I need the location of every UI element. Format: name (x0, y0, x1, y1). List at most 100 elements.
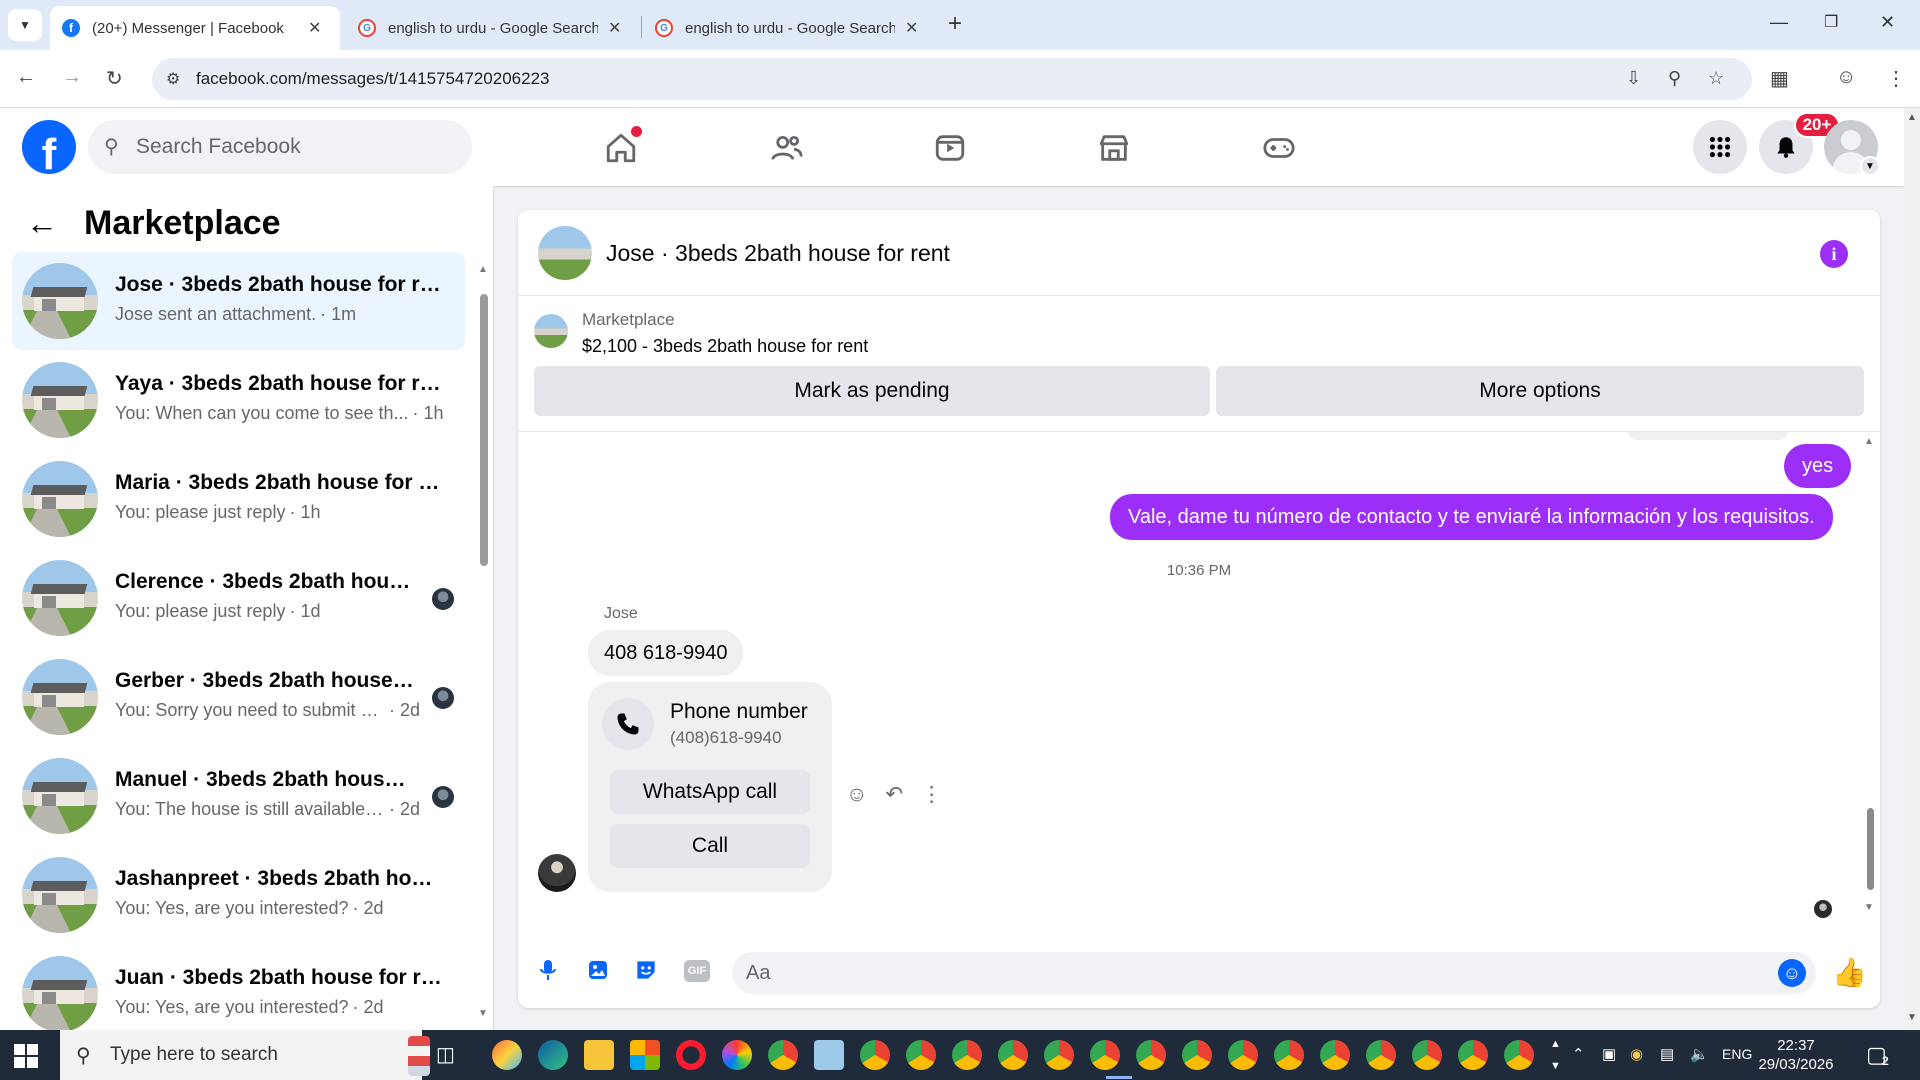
back-arrow-icon[interactable]: ← (16, 66, 36, 89)
scroll-tray-up-icon[interactable]: ▲ (1550, 1038, 1561, 1050)
facebook-search[interactable]: ⚲ (88, 120, 472, 174)
scroll-up-icon[interactable]: ▲ (478, 264, 488, 275)
windows-start-icon[interactable] (14, 1044, 38, 1068)
file-explorer-app-icon[interactable] (584, 1040, 614, 1070)
menu-grid-button[interactable] (1693, 120, 1747, 174)
incoming-message[interactable]: 408 618-9940 (588, 630, 744, 676)
copilot-app-icon[interactable] (492, 1040, 522, 1070)
scroll-tray-down-icon[interactable]: ▼ (1550, 1060, 1561, 1072)
more-actions-icon[interactable]: ⋮ (921, 782, 942, 807)
conversation-item[interactable]: Jashanpreet · 3beds 2bath hous... You: Y… (12, 846, 465, 944)
restore-icon[interactable]: ❐ (1824, 12, 1838, 32)
microsoft-store-app-icon[interactable] (630, 1040, 660, 1070)
tab-close-icon[interactable]: ✕ (308, 18, 321, 38)
thumbs-up-icon[interactable]: 👍 (1832, 956, 1867, 989)
listing-title[interactable]: $2,100 - 3beds 2bath house for rent (582, 336, 868, 357)
scroll-down-icon[interactable]: ▼ (1907, 1012, 1917, 1023)
outgoing-message[interactable]: Vale, dame tu número de contacto y te en… (1110, 494, 1833, 540)
forward-arrow-icon[interactable]: → (62, 66, 82, 89)
browser-menu-icon[interactable]: ⋮ (1886, 66, 1906, 91)
scrollbar-thumb[interactable] (480, 294, 488, 566)
chrome-app-icon[interactable] (952, 1040, 982, 1070)
show-hidden-icons[interactable]: ⌃ (1572, 1045, 1585, 1063)
language-indicator[interactable]: ENG (1722, 1046, 1752, 1062)
message-thread-scrollbar[interactable]: ▲ ▼ (1864, 432, 1876, 932)
bookmark-star-icon[interactable]: ☆ (1708, 68, 1724, 89)
microphone-icon[interactable] (534, 956, 562, 984)
emoji-icon[interactable]: ☺ (1778, 959, 1806, 987)
chrome-app-icon[interactable] (998, 1040, 1028, 1070)
opera-app-icon[interactable] (676, 1040, 706, 1070)
conversation-item[interactable]: Yaya · 3beds 2bath house for rent You: W… (12, 351, 465, 449)
conversation-item[interactable]: Jose · 3beds 2bath house for rent Jose s… (12, 252, 465, 350)
conversation-item[interactable]: Clerence · 3beds 2bath house ... You: pl… (12, 549, 465, 647)
chrome-app-icon[interactable] (1274, 1040, 1304, 1070)
security-tray-icon[interactable]: ◉ (1630, 1045, 1643, 1063)
install-app-icon[interactable]: ⇩ (1626, 68, 1641, 89)
chrome-app-icon[interactable] (768, 1040, 798, 1070)
scrollbar-thumb[interactable] (1867, 808, 1874, 890)
meet-now-icon[interactable]: ▣ (1602, 1045, 1616, 1063)
chrome-app-icon[interactable] (1090, 1040, 1120, 1070)
chat-listing-thumbnail[interactable] (538, 226, 592, 280)
color-app-icon[interactable] (722, 1040, 752, 1070)
sticker-icon[interactable] (632, 956, 660, 984)
scroll-up-icon[interactable]: ▲ (1864, 436, 1874, 447)
chrome-app-icon[interactable] (1228, 1040, 1258, 1070)
more-options-button[interactable]: More options (1216, 366, 1864, 416)
conversation-item[interactable]: Maria · 3beds 2bath house for re... You:… (12, 450, 465, 548)
scroll-down-icon[interactable]: ▼ (478, 1008, 488, 1019)
chat-title[interactable]: Jose · 3beds 2bath house for rent (606, 240, 950, 267)
nav-gaming[interactable] (1259, 128, 1299, 168)
chrome-app-icon[interactable] (1412, 1040, 1442, 1070)
profile-icon[interactable]: ☺ (1836, 66, 1856, 89)
info-icon[interactable]: i (1820, 240, 1848, 268)
sender-avatar[interactable] (538, 854, 576, 892)
chrome-app-icon[interactable] (1320, 1040, 1350, 1070)
task-view-icon[interactable]: ◫ (436, 1042, 455, 1067)
gif-button[interactable]: GIF (684, 960, 710, 982)
tab-google-search-1[interactable]: G english to urdu - Google Search ✕ (346, 6, 636, 50)
mark-as-pending-button[interactable]: Mark as pending (534, 366, 1210, 416)
taskbar-search[interactable]: ⚲ Type here to search (60, 1030, 430, 1080)
nav-marketplace[interactable] (1094, 128, 1134, 168)
conversation-item[interactable]: Gerber · 3beds 2bath house fo... You: So… (12, 648, 465, 746)
edge-app-icon[interactable] (538, 1040, 568, 1070)
tab-google-search-2[interactable]: G english to urdu - Google Search ✕ (643, 6, 933, 50)
notepad-app-icon[interactable] (814, 1040, 844, 1070)
chrome-app-icon[interactable] (1504, 1040, 1534, 1070)
conversation-item[interactable]: Manuel · 3beds 2bath house f... You: The… (12, 747, 465, 845)
facebook-logo-icon[interactable]: f (22, 120, 76, 174)
chrome-app-icon[interactable] (1366, 1040, 1396, 1070)
whatsapp-call-button[interactable]: WhatsApp call (610, 770, 810, 814)
address-bar[interactable]: ⚙ facebook.com/messages/t/14157547202062… (152, 58, 1752, 100)
system-clock[interactable]: 22:37 29/03/2026 (1756, 1036, 1836, 1074)
chrome-app-icon[interactable] (906, 1040, 936, 1070)
react-emoji-icon[interactable]: ☺ (846, 783, 867, 807)
volume-icon[interactable]: 🔈 (1690, 1045, 1709, 1063)
chrome-app-icon[interactable] (1044, 1040, 1074, 1070)
minimize-icon[interactable]: — (1770, 12, 1788, 33)
search-input[interactable] (136, 120, 456, 174)
tab-close-icon[interactable]: ✕ (905, 18, 918, 38)
network-icon[interactable]: ▤ (1660, 1045, 1674, 1063)
zoom-icon[interactable]: ⚲ (1668, 68, 1681, 89)
tab-search-chevron-icon[interactable]: ▼ (8, 9, 42, 41)
chrome-app-icon[interactable] (1182, 1040, 1212, 1070)
tab-close-icon[interactable]: ✕ (608, 18, 621, 38)
scroll-up-icon[interactable]: ▲ (1907, 112, 1917, 123)
back-arrow-icon[interactable]: ← (26, 205, 58, 242)
new-tab-button[interactable]: + (948, 12, 962, 36)
conversation-item[interactable]: Juan · 3beds 2bath house for rent You: Y… (12, 945, 465, 1032)
scroll-down-icon[interactable]: ▼ (1864, 902, 1874, 913)
url-text[interactable]: facebook.com/messages/t/1415754720206223 (196, 69, 549, 89)
photo-icon[interactable] (584, 956, 612, 984)
message-input[interactable] (732, 952, 1816, 994)
call-button[interactable]: Call (610, 824, 810, 868)
nav-home[interactable] (601, 126, 642, 168)
nav-friends[interactable] (767, 128, 807, 168)
chrome-app-icon[interactable] (860, 1040, 890, 1070)
tab-messenger[interactable]: f (20+) Messenger | Facebook ✕ (50, 6, 340, 50)
reload-icon[interactable]: ↻ (106, 66, 123, 91)
account-chevron-icon[interactable]: ▼ (1860, 156, 1880, 176)
